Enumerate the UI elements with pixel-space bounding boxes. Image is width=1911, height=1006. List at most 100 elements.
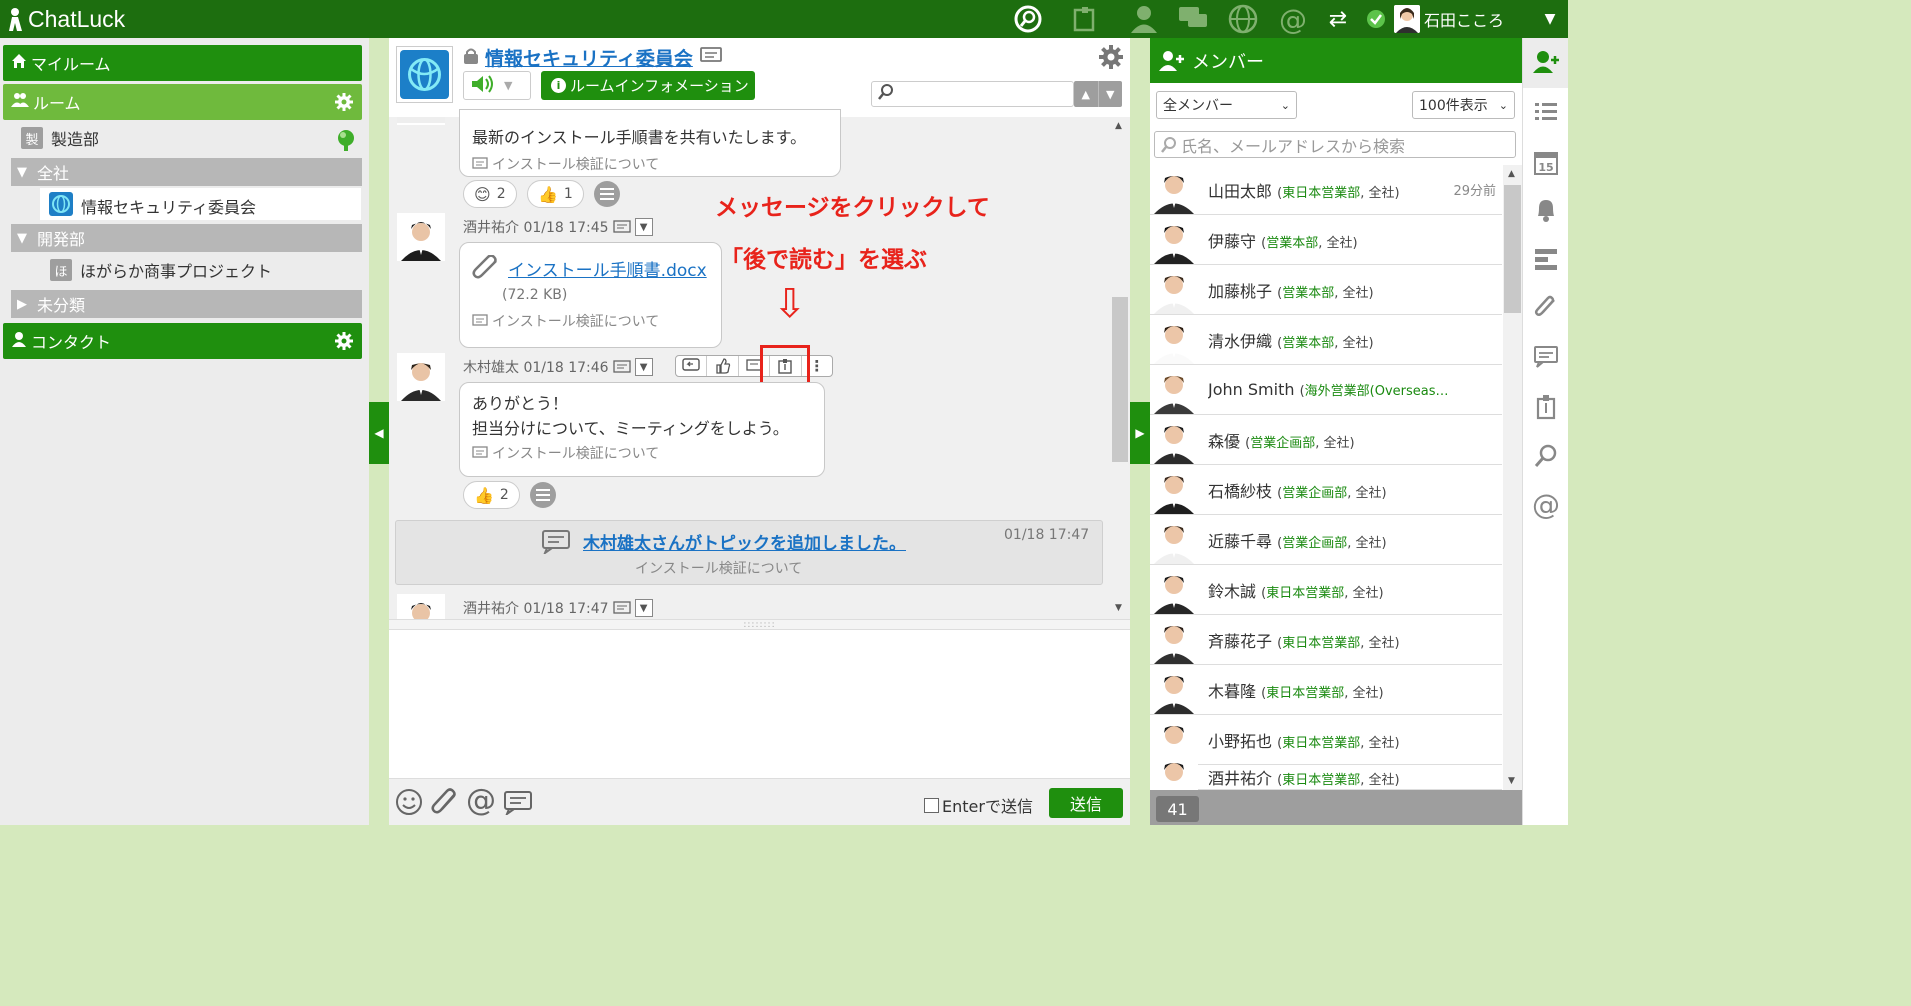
enter-send-checkbox[interactable] [924,797,939,813]
scrollbar-thumb[interactable] [1112,297,1128,462]
mention-icon[interactable]: @ [1277,3,1309,36]
room-settings-gear-icon[interactable] [334,92,354,116]
member-row[interactable]: 近藤千尋 (営業企画部, 全社) [1150,515,1502,565]
contact-icon[interactable] [1128,3,1160,35]
search-prev-button[interactable]: ▲ [1074,81,1099,107]
message-bubble[interactable]: ありがとう！ 担当分けについて、ミーティングをしよう。 インストール検証について [459,382,825,477]
like-button[interactable] [707,356,739,376]
contact-header[interactable]: コンタクト [3,323,362,359]
calendar-icon[interactable]: 15 [1532,148,1560,176]
reaction-menu-button[interactable] [530,482,556,508]
room-settings-gear-icon[interactable] [1098,44,1124,74]
message-topic[interactable]: インストール検証について [472,443,812,463]
member-row[interactable]: John Smith (海外営業部(Overseas… [1150,365,1502,415]
user-menu-chevron-icon[interactable]: ▼ [1534,3,1566,35]
category-kaihatsubu[interactable]: ▼ 開発部 [11,224,362,252]
reaction-thumbs-up[interactable]: 👍 1 [527,180,584,208]
sidebar-item-seizobu[interactable]: 製 製造部 [21,126,99,150]
file-message-bubble[interactable]: インストール手順書.docx (72.2 KB) インストール検証について [459,242,722,348]
topic-icon[interactable] [612,219,631,235]
category-mibunrui[interactable]: ▶ 未分類 [11,290,362,318]
sidebar-item-security-committee[interactable]: 情報セキュリティ委員会 [49,192,256,220]
file-name[interactable]: インストール手順書.docx [508,256,707,281]
message-bubble[interactable]: 最新のインストール手順書を共有いたします。 インストール検証について [459,109,841,177]
topic-select-icon[interactable] [503,789,535,819]
message-menu-chevron-icon[interactable]: ▼ [634,218,653,236]
page-size-select[interactable]: 100件表示 ⌄ [1412,91,1515,119]
myroom-button[interactable]: マイルーム [3,45,362,81]
reply-button[interactable] [676,356,708,376]
system-notice-text[interactable]: 木村雄太さんがトピックを追加しました。 [583,529,906,554]
emoji-icon[interactable] [395,788,423,820]
contact-settings-gear-icon[interactable] [334,331,354,355]
attach-paperclip-icon[interactable] [430,788,460,820]
reaction-thumbs-up[interactable]: 👍 2 [463,481,520,509]
sidebar-item-hogaraka-project[interactable]: ほ ほがらか商事プロジェクト [50,258,272,282]
member-scrollbar[interactable]: ▲ ▼ [1503,165,1522,790]
member-row[interactable]: 小野拓也 (東日本営業部, 全社) [1150,715,1502,765]
composer-resize-grip[interactable]: :::::::: [389,619,1130,630]
topic-icon[interactable] [612,600,631,616]
room-search-input[interactable] [871,81,1074,107]
message-input[interactable] [389,630,1130,778]
message-menu-chevron-icon[interactable]: ▼ [634,358,653,376]
member-row[interactable]: 山田太郎 (東日本営業部, 全社) 29分前 [1150,165,1502,215]
send-button[interactable]: 送信 [1049,788,1123,818]
user-menu[interactable]: 石田こころ [1394,4,1504,34]
attachments-paperclip-icon[interactable] [1532,294,1560,322]
member-row[interactable]: 石橋紗枝 (営業企画部, 全社) [1150,465,1502,515]
room-info-button[interactable]: i ルームインフォメーション [541,71,755,100]
bell-icon[interactable] [1532,196,1560,224]
notification-dropdown[interactable]: ▼ [463,71,531,100]
member-row[interactable]: 伊藤守 (営業本部, 全社) [1150,215,1502,265]
globe-icon[interactable] [1227,3,1259,35]
scroll-up-icon[interactable]: ▲ [1115,121,1122,131]
member-row[interactable]: 森優 (営業企画部, 全社) [1150,415,1502,465]
read-later-icon[interactable] [1068,3,1100,35]
scroll-down-icon[interactable]: ▼ [1115,603,1122,613]
message-scrollbar[interactable]: ▲ ▼ [1112,117,1128,619]
mentions-at-icon[interactable]: @ [1532,488,1560,521]
topic-icon[interactable] [699,46,723,70]
member-row[interactable]: 清水伊織 (営業本部, 全社) [1150,315,1502,365]
member-dept: 東日本営業部 [1266,585,1345,601]
board-icon[interactable] [1532,246,1560,274]
search-icon[interactable] [1532,442,1560,470]
collapse-right-handle[interactable]: ▶ [1130,402,1150,464]
mention-at-icon[interactable]: @ [466,784,496,818]
member-info: 小野拓也 (東日本営業部, 全社) [1208,728,1400,752]
reaction-menu-button[interactable] [594,181,620,207]
member-row[interactable]: 斉藤花子 (東日本営業部, 全社) [1150,615,1502,665]
switch-icon[interactable]: ⇄ [1322,3,1354,35]
room-globe-icon [49,192,73,220]
reaction-smile[interactable]: 😊 2 [463,180,517,208]
chat-search-icon[interactable] [1012,3,1044,35]
message-menu-chevron-icon[interactable]: ▼ [634,599,653,617]
scrollbar-thumb[interactable] [1504,185,1521,313]
message-topic[interactable]: インストール検証について [472,154,828,174]
member-row[interactable]: 酒井祐介 (東日本営業部, 全社) [1150,753,1502,801]
member-filter-select[interactable]: 全メンバー ⌄ [1156,91,1297,119]
member-row[interactable]: 木暮隆 (東日本営業部, 全社) [1150,665,1502,715]
chat-bubbles-icon[interactable] [1177,3,1209,35]
category-zensha[interactable]: ▼ 全社 [11,158,362,186]
message-topic[interactable]: インストール検証について [472,311,709,331]
task-list-icon[interactable] [1532,98,1560,126]
room-title[interactable]: 情報セキュリティ委員会 [485,44,693,71]
topics-icon[interactable] [1532,343,1560,371]
app-logo[interactable]: ChatLuck [6,4,125,34]
status-online-icon[interactable] [1360,3,1392,35]
member-row[interactable]: 加藤桃子 (営業本部, 全社) [1150,265,1502,315]
search-next-button[interactable]: ▼ [1099,81,1123,107]
member-row[interactable]: 鈴木誠 (東日本営業部, 全社) [1150,565,1502,615]
member-search-input[interactable]: 氏名、メールアドレスから検索 [1154,131,1516,158]
members-tab-icon[interactable] [1532,48,1560,76]
scroll-down-icon[interactable]: ▼ [1508,776,1515,786]
read-later-list-icon[interactable] [1532,393,1560,421]
enter-send-option[interactable]: Enterで送信 [924,793,1033,817]
room-header[interactable]: ルーム [3,84,362,120]
scroll-up-icon[interactable]: ▲ [1508,169,1515,179]
topic-icon[interactable] [612,359,631,375]
collapse-left-handle[interactable]: ◀ [369,402,389,464]
file-attachment[interactable]: インストール手順書.docx [472,255,709,281]
